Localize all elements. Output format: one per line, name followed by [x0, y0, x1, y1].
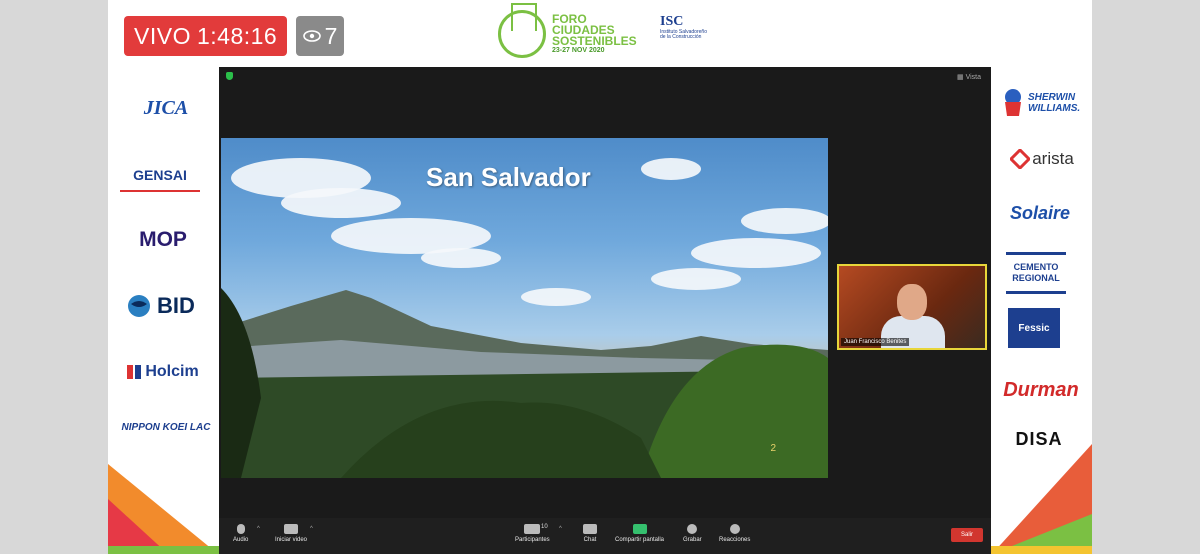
foro-line3: SOSTENIBLES	[552, 34, 637, 48]
left-margin	[0, 0, 108, 554]
foro-date: 23-27 NOV 2020	[552, 47, 605, 54]
arista-icon	[1010, 149, 1031, 169]
viewer-count: 7	[324, 22, 338, 49]
sponsor-gensai: GENSAI	[120, 160, 200, 192]
speaker-name-label: Juan Francisco Benites	[841, 338, 910, 346]
bid-globe-icon	[128, 295, 151, 317]
shared-slide: San Salvador 2	[221, 138, 828, 478]
live-badge: VIVO 1:48:16	[124, 16, 288, 56]
sponsor-solaire: Solaire	[1009, 202, 1071, 223]
start-video-button[interactable]: Iniciar video	[275, 524, 307, 543]
zoom-meeting-window: ▦ Vista San Salvador 2 Juan Francisco Be…	[219, 67, 991, 554]
participants-count: 10	[541, 524, 548, 530]
leave-meeting-button[interactable]: Salir	[951, 528, 983, 542]
live-label: VIVO	[134, 22, 191, 49]
record-button[interactable]: Grabar	[683, 524, 702, 543]
speaker-video-tile[interactable]: Juan Francisco Benites	[837, 264, 987, 350]
chat-button[interactable]: Chat	[583, 524, 597, 543]
audio-options-chevron-icon[interactable]: ^	[257, 526, 260, 532]
sponsor-sherwin-williams: SHERWIN WILLIAMS.	[996, 82, 1092, 124]
sponsor-cemento-regional: CEMENTO REGIONAL	[1006, 252, 1066, 294]
eye-icon	[302, 30, 321, 42]
sponsor-mop: MOP	[139, 228, 187, 251]
smiley-icon	[729, 524, 740, 534]
chat-bubble-icon	[583, 524, 597, 534]
viewer-count-badge: 7	[296, 16, 344, 56]
sponsor-disa: DISA	[1015, 428, 1063, 449]
sponsor-jica: JICA	[143, 96, 189, 119]
sponsor-nippon-koei: NIPPON KOEI LAC	[121, 421, 211, 433]
globe-city-icon	[498, 3, 546, 58]
holcim-icon	[127, 365, 142, 379]
participants-options-chevron-icon[interactable]: ^	[559, 526, 562, 532]
security-shield-icon[interactable]	[226, 72, 233, 80]
zoom-toolbar: Audio ^ Iniciar video ^ Participantes 10…	[219, 518, 991, 554]
reactions-button[interactable]: Reacciones	[719, 524, 750, 543]
sponsor-bid: BID	[118, 290, 204, 322]
isc-title: ISC	[660, 14, 684, 29]
record-icon	[687, 524, 698, 534]
video-options-chevron-icon[interactable]: ^	[310, 526, 313, 532]
video-camera-icon	[284, 524, 298, 534]
slide-title: San Salvador	[426, 162, 591, 192]
sponsor-durman: Durman	[1003, 378, 1079, 401]
slide-number: 2	[770, 443, 776, 454]
share-screen-button[interactable]: Compartir pantalla	[615, 524, 664, 543]
right-margin	[1092, 0, 1200, 554]
sponsor-holcim: Holcim	[120, 356, 204, 388]
isc-logo: ISC Instituto Salvadoreño de la Construc…	[660, 14, 710, 44]
sponsor-fessic: Fessic	[1008, 308, 1060, 348]
live-timer: 1:48:16	[196, 22, 278, 49]
view-button[interactable]: ▦ Vista	[957, 73, 981, 81]
participants-icon	[524, 524, 541, 534]
microphone-icon	[236, 524, 245, 534]
paint-can-icon	[1005, 89, 1021, 116]
speaker-face	[897, 284, 927, 320]
sponsor-arista: arista	[1004, 142, 1080, 176]
isc-subtitle: Instituto Salvadoreño de la Construcción	[660, 29, 707, 40]
foro-logo: FORO CIUDADES SOSTENIBLES 23-27 NOV 2020	[498, 3, 648, 62]
audio-button[interactable]: Audio	[233, 524, 248, 543]
grid-view-icon: ▦	[956, 74, 964, 81]
share-screen-icon	[632, 524, 647, 534]
